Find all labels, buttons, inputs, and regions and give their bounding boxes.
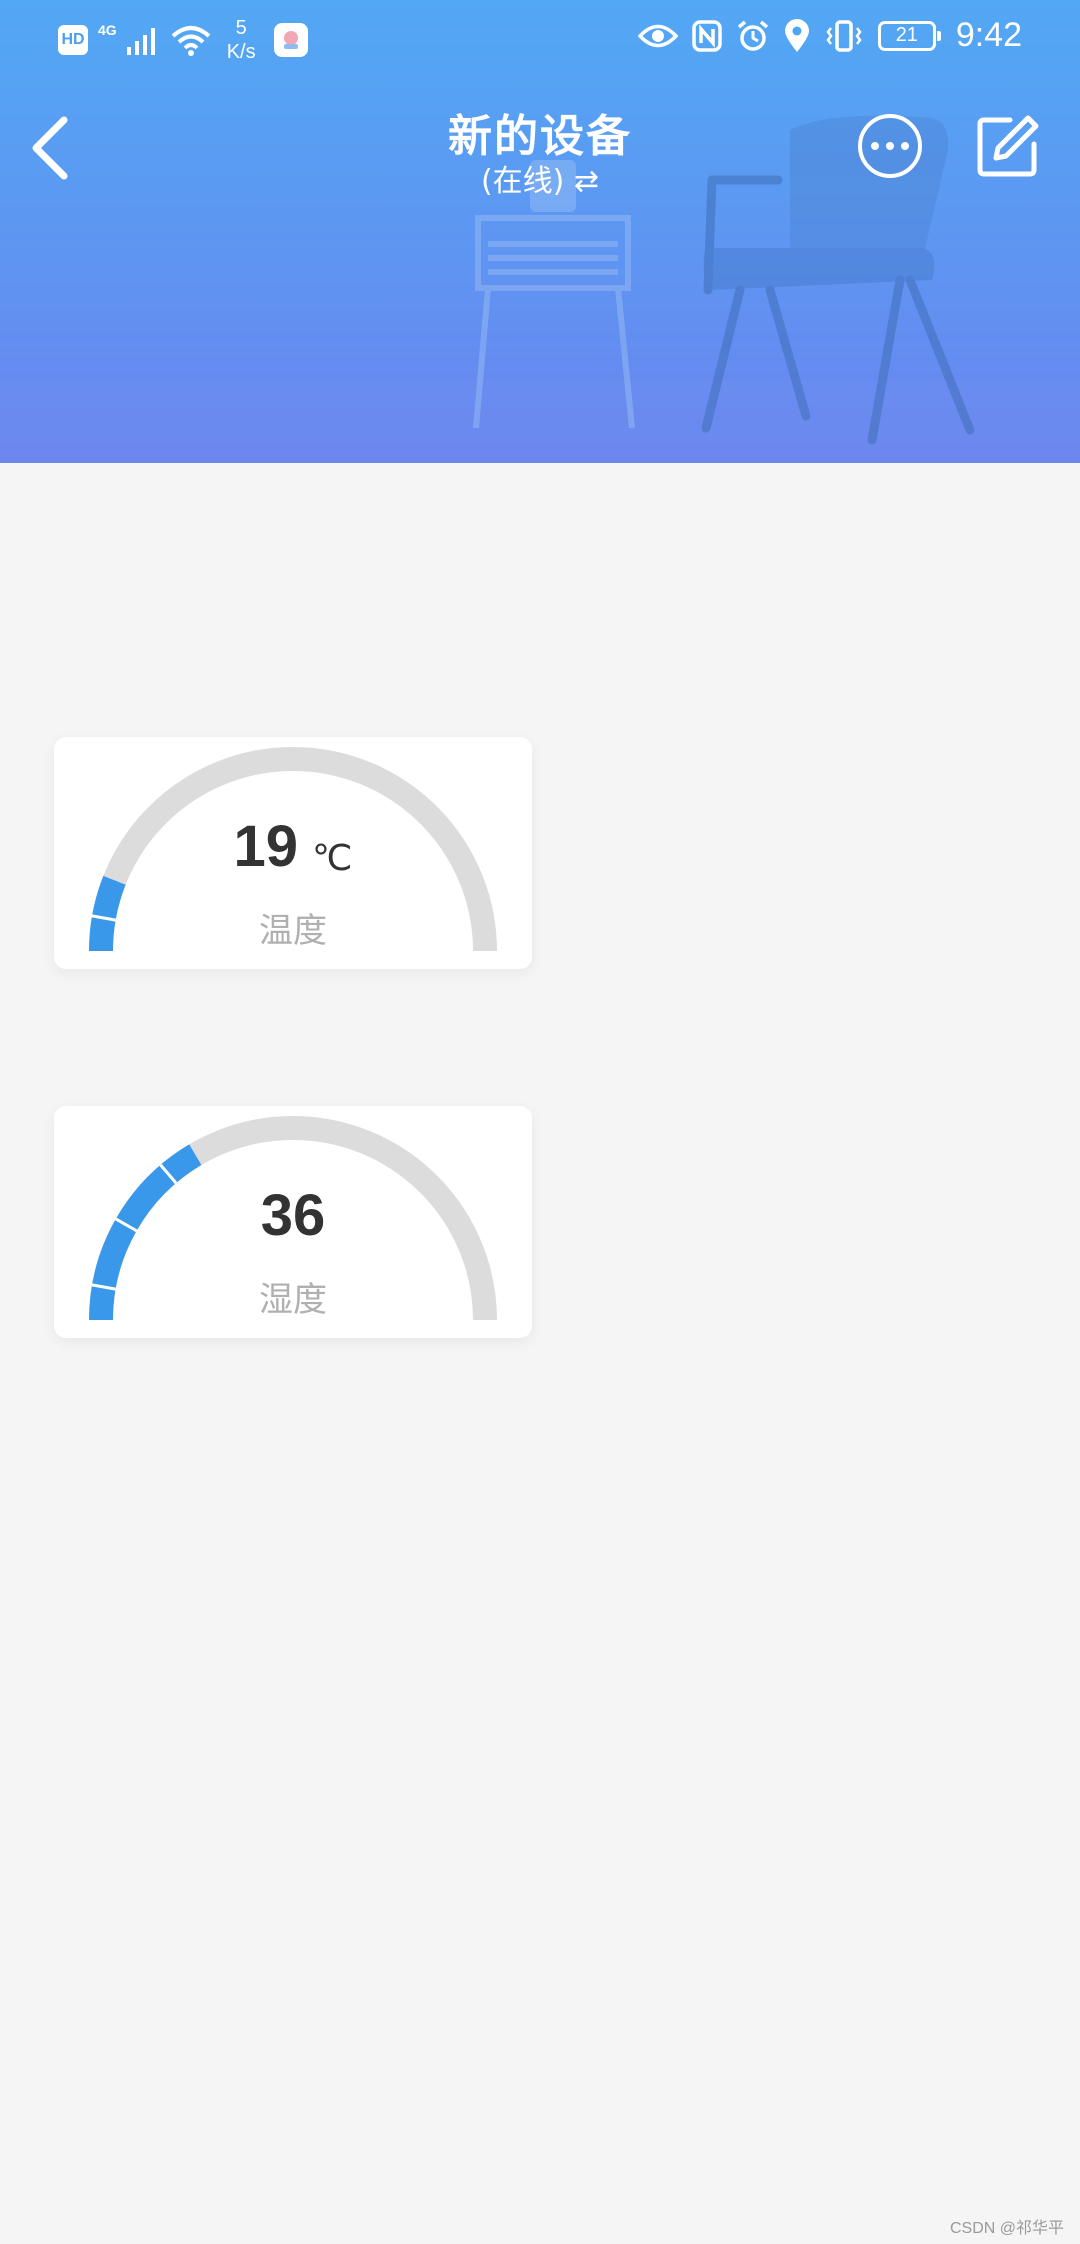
network-type: 4G — [98, 22, 117, 38]
page-title: 新的设备 — [448, 111, 632, 162]
temperature-unit: ℃ — [312, 837, 353, 878]
notification-app-icon — [273, 23, 308, 57]
humidity-card[interactable]: 36 湿度 — [54, 1106, 532, 1338]
wifi-icon — [171, 26, 211, 56]
signal-icon — [126, 28, 155, 55]
more-icon — [871, 142, 879, 150]
header-banner: HD 4G 5 K/s 21 9:42 新的设备 (在线) ⇄ — [0, 0, 1080, 463]
more-icon-dot — [901, 142, 909, 150]
network-speed: 5 K/s — [227, 16, 256, 64]
gauge-reading: 36 — [54, 1182, 532, 1249]
more-icon-dot — [886, 142, 894, 150]
eye-comfort-icon — [637, 24, 678, 47]
battery-indicator: 21 — [877, 20, 941, 51]
hd-badge: HD — [58, 25, 88, 55]
status-bar: HD 4G 5 K/s 21 9:42 — [0, 0, 1080, 80]
back-button[interactable] — [22, 108, 78, 188]
location-icon — [784, 18, 809, 52]
more-options-button[interactable] — [858, 114, 922, 178]
humidity-value: 36 — [260, 1183, 326, 1248]
device-status[interactable]: (在线) ⇄ — [340, 156, 740, 200]
clock: 9:42 — [955, 16, 1022, 54]
vibrate-icon — [826, 19, 862, 52]
watermark: CSDN @祁华平 — [949, 2220, 1064, 2237]
nfc-icon — [692, 19, 722, 52]
temperature-value: 19 — [233, 814, 299, 879]
edit-icon — [977, 115, 1039, 177]
alarm-icon — [737, 20, 768, 51]
speed-value: 5 — [235, 17, 247, 39]
edit-button[interactable] — [976, 114, 1040, 178]
device-page: HD 4G 5 K/s 21 9:42 新的设备 (在线) ⇄ 19 ℃ 温度 … — [0, 0, 1080, 2244]
humidity-label: 湿度 — [259, 1280, 327, 1320]
speed-unit: K/s — [226, 41, 256, 63]
temperature-label: 温度 — [259, 911, 327, 951]
chevron-left-icon — [32, 116, 68, 180]
temperature-card[interactable]: 19 ℃ 温度 — [54, 737, 532, 969]
gauge-reading: 19 ℃ — [54, 813, 532, 880]
